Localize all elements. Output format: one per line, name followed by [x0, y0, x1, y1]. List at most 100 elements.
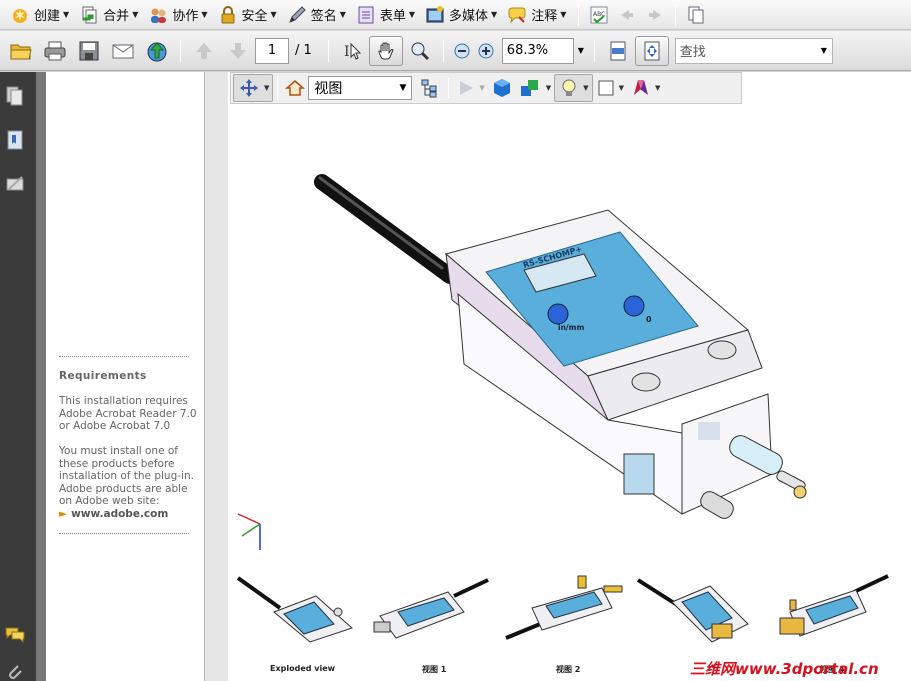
thumbnail-exploded-view[interactable]: [234, 572, 359, 650]
pen-icon: [287, 5, 307, 25]
lighting-icon[interactable]: ▼: [554, 74, 593, 102]
fit-page-icon[interactable]: [634, 35, 669, 66]
view-select[interactable]: 视图 ▼: [308, 76, 413, 100]
chevron-down-icon: ▼: [560, 10, 567, 19]
comment-menu[interactable]: 注释 ▼: [503, 2, 570, 28]
chevron-down-icon: ▼: [201, 10, 208, 19]
chevron-down-icon: ▼: [399, 83, 407, 93]
axis-triad-icon: [237, 513, 261, 550]
bookmarks-panel-icon[interactable]: [4, 128, 26, 152]
search-input[interactable]: 查找: [674, 37, 833, 64]
zoom-level-input[interactable]: 68.3%: [501, 37, 574, 64]
select-text-icon[interactable]: I: [335, 36, 369, 66]
thumbnail-view-1[interactable]: [368, 572, 493, 650]
toolbar-divider: [442, 39, 444, 62]
collaborate-label: 协作: [172, 9, 199, 24]
toolbar-divider: [448, 78, 450, 98]
fit-width-icon[interactable]: [601, 36, 635, 66]
rotate-icon: [240, 79, 258, 97]
collaborate-icon: [148, 5, 168, 25]
chevron-down-icon: ▼: [264, 84, 270, 92]
projection-icon[interactable]: [488, 74, 516, 102]
chevron-down-icon: ▼: [132, 10, 139, 19]
open-folder-icon[interactable]: [4, 36, 38, 66]
combine-menu[interactable]: 合并 ▼: [75, 2, 142, 28]
upload-icon[interactable]: [140, 36, 174, 66]
svg-text:I: I: [344, 44, 350, 60]
combine-label: 合并: [103, 9, 130, 24]
divider: [59, 533, 189, 534]
pages-panel-icon[interactable]: [4, 84, 26, 108]
create-menu[interactable]: 创建 ▼: [6, 2, 73, 28]
pages-icon[interactable]: [682, 2, 710, 28]
multimedia-label: 多媒体: [449, 9, 489, 24]
zoom-out-icon[interactable]: [450, 36, 474, 66]
view-select-value: 视图: [314, 81, 343, 97]
create-icon: [10, 5, 30, 25]
save-icon[interactable]: [72, 36, 106, 66]
print-icon[interactable]: [38, 36, 72, 66]
comment-label: 注释: [531, 9, 558, 24]
undo-icon[interactable]: [613, 2, 641, 28]
render-mode-icon[interactable]: ▼: [516, 74, 554, 102]
play-animation-icon[interactable]: ▼: [453, 74, 487, 102]
main-toolbar: 创建 ▼ 合并 ▼ 协作 ▼ 安全 ▼ 签名 ▼ 表单 ▼ 多媒体 ▼ 注释 ▼…: [0, 0, 911, 30]
model-tree-icon[interactable]: [416, 74, 444, 102]
toolbar-divider: [578, 3, 580, 26]
page-gutter: [205, 72, 228, 681]
chevron-down-icon: ▼: [408, 10, 416, 19]
form-icon: [356, 5, 376, 25]
chevron-down-icon[interactable]: ▼: [574, 38, 588, 64]
requirements-text: This installation requires Adobe Acrobat…: [59, 395, 197, 432]
rotate-tool-button[interactable]: ▼: [233, 74, 274, 102]
adobe-link[interactable]: ► www.adobe.com: [59, 508, 168, 520]
thumbnail-label: Exploded view: [270, 664, 336, 673]
adobe-link-label: www.adobe.com: [71, 508, 169, 520]
arrow-right-icon: ►: [59, 508, 68, 520]
comments-panel-icon[interactable]: [4, 622, 26, 646]
thumbnail-view-2[interactable]: [502, 572, 627, 650]
requirements-title: Requirements: [59, 370, 147, 382]
multimedia-menu[interactable]: 多媒体 ▼: [421, 2, 501, 28]
thumbnail-label: 视图 2: [556, 665, 581, 674]
chevron-down-icon: ▼: [491, 10, 498, 19]
collaborate-menu[interactable]: 协作 ▼: [144, 2, 211, 28]
toolbar-divider: [180, 39, 181, 62]
signatures-panel-icon[interactable]: [4, 172, 26, 196]
redo-icon[interactable]: [641, 2, 669, 28]
3d-model-view[interactable]: RS-SCHOMP+ in/mm 0: [228, 104, 911, 574]
combine-icon: [79, 5, 99, 25]
create-label: 创建: [34, 9, 61, 24]
background-color-icon[interactable]: ▼: [593, 74, 627, 102]
chevron-down-icon: ▼: [583, 84, 589, 92]
zoom-marquee-icon[interactable]: [403, 36, 437, 66]
device-button-label-right: 0: [646, 315, 652, 324]
chevron-down-icon[interactable]: ▼: [821, 46, 827, 55]
hand-tool-icon[interactable]: [368, 35, 403, 66]
form-label: 表单: [379, 9, 406, 24]
security-menu[interactable]: 安全 ▼: [214, 2, 281, 28]
chevron-down-icon: ▼: [545, 84, 552, 92]
page-total: / 1: [295, 43, 312, 58]
thumbnail-view-4[interactable]: [770, 572, 895, 650]
attachments-panel-icon[interactable]: [4, 660, 26, 681]
3d-toolbar: ▼ 视图 ▼ ▼ ▼ ▼ ▼ ▼: [230, 72, 742, 104]
chevron-down-icon: ▼: [63, 10, 70, 19]
zoom-in-icon[interactable]: [474, 36, 498, 66]
email-icon[interactable]: [106, 36, 140, 66]
divider: [59, 356, 189, 357]
page-number-input[interactable]: 1: [255, 37, 289, 64]
home-view-icon[interactable]: [282, 74, 308, 102]
device-button-label-left: in/mm: [558, 323, 584, 332]
toolbar-divider: [277, 78, 279, 98]
next-page-icon[interactable]: [221, 36, 255, 66]
sign-menu[interactable]: 签名 ▼: [283, 2, 350, 28]
comment-icon: [507, 5, 527, 25]
thumbnail-view-3[interactable]: [636, 572, 761, 650]
chevron-down-icon: ▼: [270, 10, 277, 19]
form-menu[interactable]: 表单 ▼: [352, 2, 419, 28]
spell-check-icon[interactable]: ABC: [585, 2, 613, 28]
cross-section-icon[interactable]: ▼: [627, 74, 663, 102]
previous-page-icon[interactable]: [187, 36, 221, 66]
requirements-install-text: You must install one of these products b…: [59, 445, 194, 507]
